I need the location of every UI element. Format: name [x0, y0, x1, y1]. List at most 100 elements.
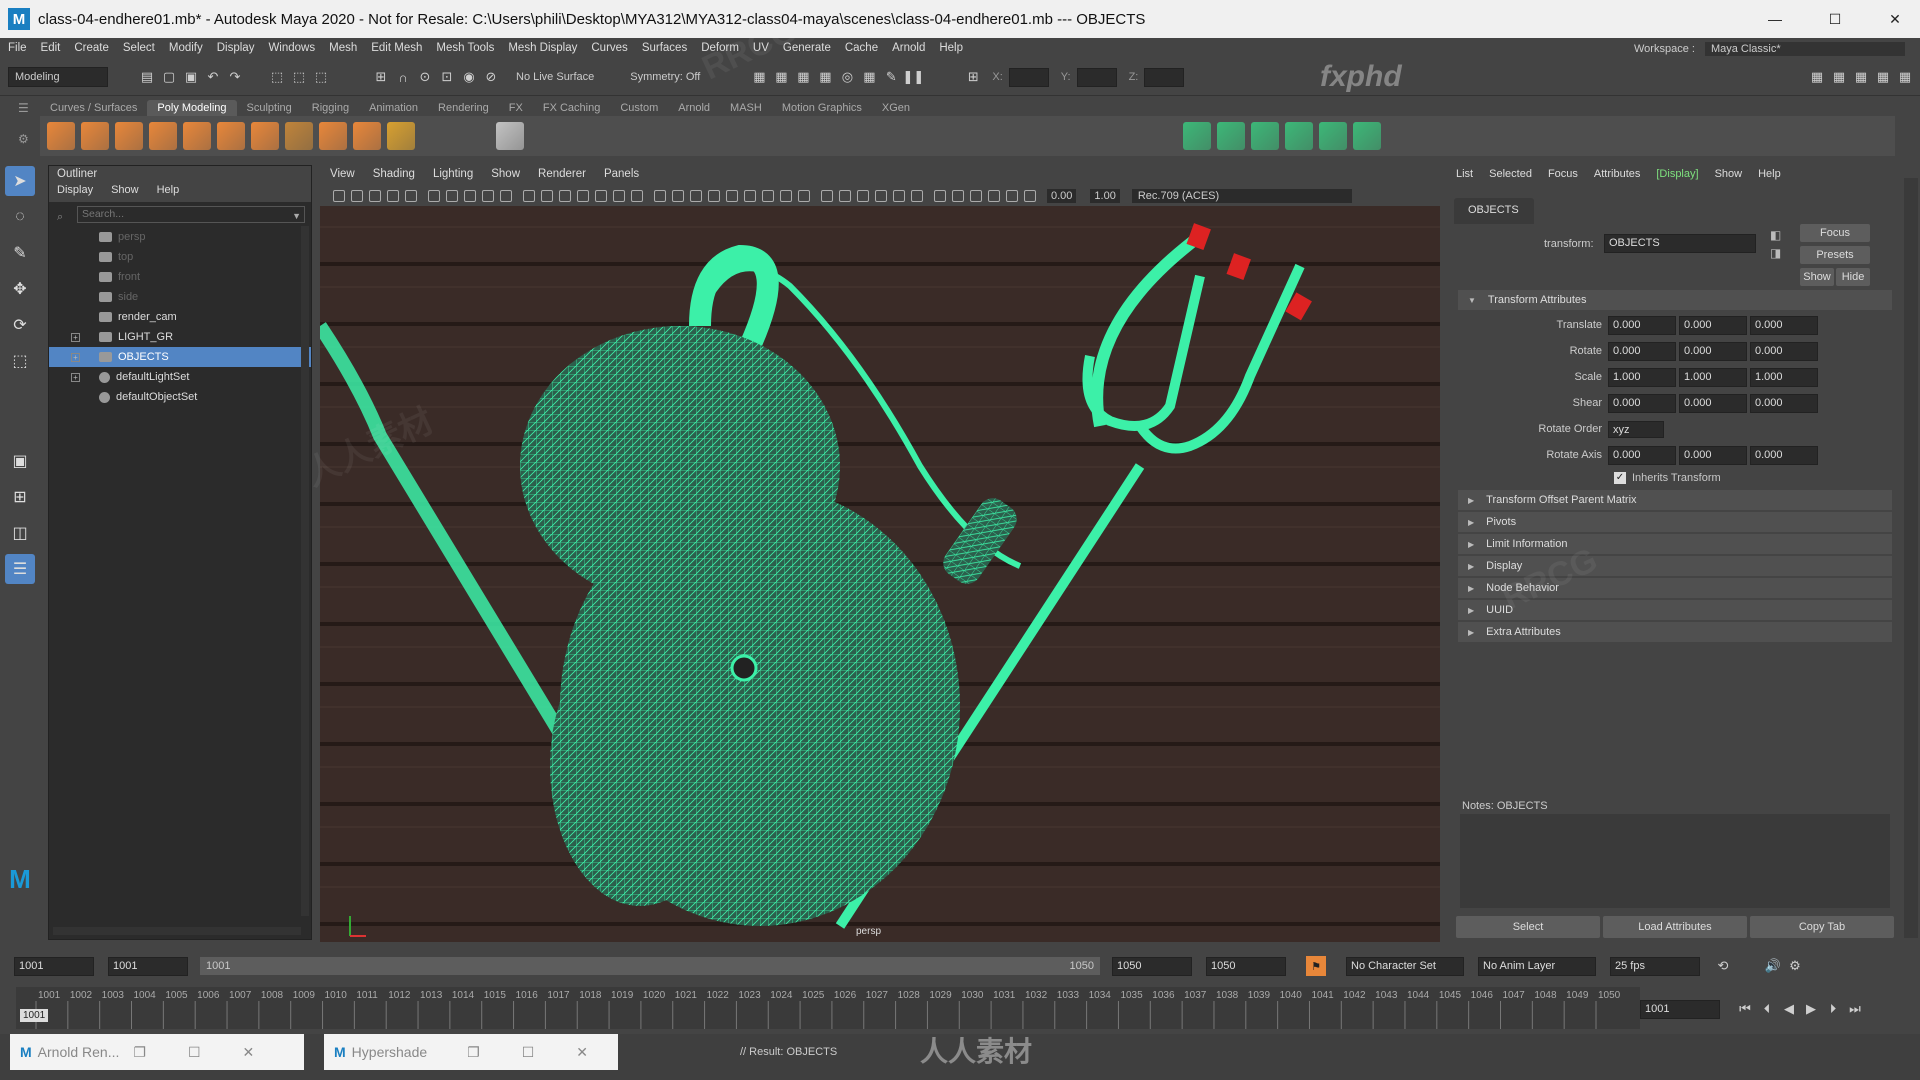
menu-item-file[interactable]: File — [8, 42, 27, 54]
transform-name-field[interactable]: OBJECTS — [1604, 234, 1756, 253]
channel-menu-help[interactable]: Help — [1758, 168, 1781, 186]
section-transform-attributes[interactable]: ▼ Transform Attributes — [1458, 290, 1892, 310]
translate-x-field[interactable]: 0.000 — [1608, 315, 1676, 335]
viewport-toolbar-icon[interactable] — [857, 190, 869, 202]
viewport-toolbar-icon[interactable] — [875, 190, 887, 202]
shelf-tool-icon[interactable] — [1251, 122, 1279, 150]
search-options-icon[interactable]: ▼ — [292, 211, 301, 221]
arnold-render-icon[interactable]: ✎ — [882, 68, 900, 86]
menu-item-mesh-display[interactable]: Mesh Display — [508, 42, 577, 54]
inherits-transform-checkbox[interactable]: ✓ — [1614, 472, 1626, 484]
viewport-toolbar-icon[interactable] — [893, 190, 905, 202]
viewport-toolbar-icon[interactable] — [351, 190, 363, 202]
loop-icon[interactable]: ⟲ — [1714, 957, 1732, 975]
lasso-tool-icon[interactable]: ◌ — [5, 202, 35, 232]
shelf-tool-icon[interactable] — [1387, 122, 1415, 150]
rotate-y-field[interactable]: 0.000 — [1679, 341, 1747, 361]
shelf-tab-rendering[interactable]: Rendering — [428, 100, 499, 116]
exposure-field[interactable]: 0.00 — [1047, 189, 1077, 203]
minimize-button[interactable]: — — [1752, 0, 1798, 38]
close-button[interactable]: ✕ — [1872, 0, 1918, 38]
shelf-tool-icon[interactable] — [1142, 122, 1170, 150]
channel-menu-selected[interactable]: Selected — [1489, 168, 1532, 186]
menu-item-arnold[interactable]: Arnold — [892, 42, 925, 54]
taskbar-hypershade[interactable]: M Hypershade ❐ ☐ ✕ — [324, 1034, 618, 1070]
viewport-toolbar-icon[interactable] — [780, 190, 792, 202]
maximize-icon[interactable]: ☐ — [522, 1044, 535, 1061]
shelf-tool-icon[interactable] — [1285, 122, 1313, 150]
rotate-tool-icon[interactable]: ⟳ — [5, 310, 35, 340]
translate-y-field[interactable]: 0.000 — [1679, 315, 1747, 335]
rotate_axis-y-field[interactable]: 0.000 — [1679, 445, 1747, 465]
viewport-toolbar-icon[interactable] — [446, 190, 458, 202]
symmetry-dropdown[interactable]: Symmetry: Off — [630, 71, 700, 83]
step-back-frame-icon[interactable]: ◀ — [1780, 1000, 1798, 1018]
shelf-tool-icon[interactable] — [836, 122, 864, 150]
gamma-field[interactable]: 1.00 — [1090, 189, 1120, 203]
outliner-search-input[interactable]: Search... — [77, 206, 305, 223]
shelf-tool-icon[interactable] — [81, 122, 109, 150]
input-field-mode-icon[interactable]: ⊞ — [964, 68, 982, 86]
shelf-tool-icon[interactable] — [802, 122, 830, 150]
viewport-menu-lighting[interactable]: Lighting — [433, 168, 473, 186]
outliner-item[interactable]: front — [49, 267, 311, 287]
outliner-item[interactable]: render_cam — [49, 307, 311, 327]
shelf-tool-icon[interactable] — [496, 122, 524, 150]
viewport-toolbar-icon[interactable] — [369, 190, 381, 202]
show-button[interactable]: Show — [1800, 268, 1834, 286]
menu-item-mesh-tools[interactable]: Mesh Tools — [436, 42, 494, 54]
menu-item-windows[interactable]: Windows — [268, 42, 315, 54]
viewport-toolbar-icon[interactable] — [631, 190, 643, 202]
viewport-toolbar-icon[interactable] — [762, 190, 774, 202]
viewport-toolbar-icon[interactable] — [839, 190, 851, 202]
viewport-toolbar-icon[interactable] — [821, 190, 833, 202]
timeline[interactable]: 1001 1002 1003 1004 1005 1006 1007 1008 1009 1010… — [16, 987, 1640, 1029]
shelf-tab-sculpting[interactable]: Sculpting — [237, 100, 302, 116]
viewport-toolbar-icon[interactable] — [988, 190, 1000, 202]
viewport-toolbar-icon[interactable] — [690, 190, 702, 202]
shelf-tool-icon[interactable] — [666, 122, 694, 150]
shelf-tool-icon[interactable] — [149, 122, 177, 150]
shelf-tool-icon[interactable] — [353, 122, 381, 150]
translate-z-field[interactable]: 0.000 — [1750, 315, 1818, 335]
shelf-tool-icon[interactable] — [1217, 122, 1245, 150]
outliner-item[interactable]: side — [49, 287, 311, 307]
viewport-toolbar-icon[interactable] — [613, 190, 625, 202]
shelf-tool-icon[interactable] — [734, 122, 762, 150]
menu-item-select[interactable]: Select — [123, 42, 155, 54]
menu-item-create[interactable]: Create — [74, 42, 109, 54]
tab-objects[interactable]: OBJECTS — [1454, 198, 1534, 224]
layout-icon[interactable]: ▦ — [1874, 68, 1892, 86]
viewport-toolbar-icon[interactable] — [952, 190, 964, 202]
taskbar-arnold-renderer[interactable]: M Arnold Ren... ❐ ☐ ✕ — [10, 1034, 304, 1070]
z-input[interactable] — [1144, 67, 1185, 87]
menu-item-cache[interactable]: Cache — [845, 42, 878, 54]
single-view-icon[interactable]: ▣ — [5, 446, 35, 476]
shelf-tool-icon[interactable] — [217, 122, 245, 150]
shelf-tool-icon[interactable] — [428, 122, 456, 150]
new-scene-icon[interactable]: ▤ — [138, 68, 156, 86]
outliner-menu-help[interactable]: Help — [157, 184, 180, 202]
viewport-menu-renderer[interactable]: Renderer — [538, 168, 586, 186]
outliner-item[interactable]: + defaultLightSet — [49, 367, 311, 387]
live-surface-label[interactable]: No Live Surface — [516, 71, 594, 83]
select-hierarchy-icon[interactable]: ⬚ — [268, 68, 286, 86]
viewport-toolbar-icon[interactable] — [500, 190, 512, 202]
end-time-field[interactable]: 1050 — [1206, 956, 1286, 976]
undo-icon[interactable]: ↶ — [204, 68, 222, 86]
shelf-tool-icon[interactable] — [598, 122, 626, 150]
outliner-item[interactable]: top — [49, 247, 311, 267]
menu-item-surfaces[interactable]: Surfaces — [642, 42, 687, 54]
step-back-key-icon[interactable]: ⏴ — [1758, 1000, 1776, 1018]
menu-item-edit-mesh[interactable]: Edit Mesh — [371, 42, 422, 54]
shelf-tab-xgen[interactable]: XGen — [872, 100, 920, 116]
close-icon[interactable]: ✕ — [576, 1044, 588, 1061]
maximize-icon[interactable]: ☐ — [188, 1044, 201, 1061]
section-transform-offset-parent-matrix[interactable]: ▶ Transform Offset Parent Matrix — [1458, 490, 1892, 510]
playback-start-field[interactable]: 1001 — [108, 956, 188, 976]
sound-icon[interactable]: 🔊 — [1764, 957, 1782, 975]
shelf-tab-custom[interactable]: Custom — [610, 100, 668, 116]
scale-z-field[interactable]: 1.000 — [1750, 367, 1818, 387]
shelf-tool-icon[interactable] — [530, 122, 558, 150]
outliner-menu-display[interactable]: Display — [57, 184, 93, 202]
